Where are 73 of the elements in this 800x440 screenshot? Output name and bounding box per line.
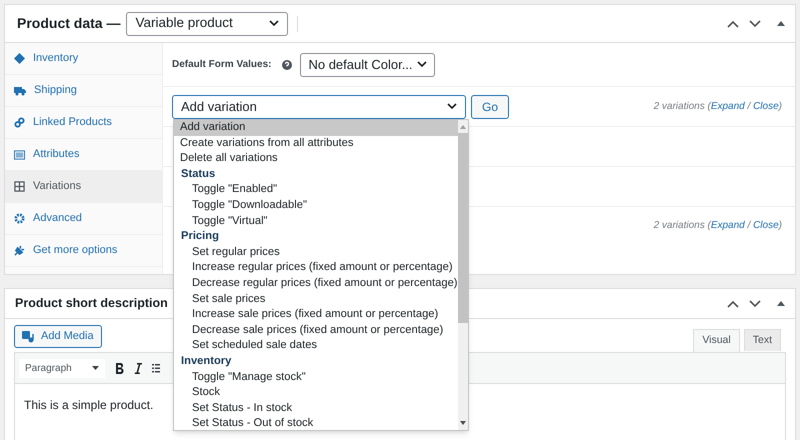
panel-title: Product short description <box>15 295 168 312</box>
dropdown-option[interactable]: Stock <box>174 385 458 401</box>
add-media-button[interactable]: Add Media <box>14 325 102 348</box>
dropdown-option[interactable]: Set Status - Out of stock <box>174 416 458 432</box>
option-group-label: Inventory <box>180 354 232 369</box>
dropdown-option[interactable]: Decrease regular prices (fixed amount or percentage) <box>174 276 458 292</box>
move-down-icon[interactable] <box>749 20 761 28</box>
expand-link[interactable]: Expand <box>710 220 745 230</box>
chevron-down-icon <box>269 20 280 27</box>
sidebar-tab[interactable]: Linked Products <box>5 107 162 139</box>
truck-icon <box>14 86 26 96</box>
list-icon[interactable] <box>152 363 160 373</box>
sidebar-tab[interactable]: Variations <box>5 171 162 203</box>
sidebar-tab[interactable]: Shipping <box>5 75 162 107</box>
tag-icon <box>14 53 25 64</box>
format-select[interactable]: Paragraph <box>19 358 105 378</box>
dropdown-option[interactable]: Toggle "Virtual" <box>174 214 458 230</box>
chevron-down-icon <box>416 61 427 68</box>
dropdown-option[interactable]: Set sale prices <box>174 292 458 308</box>
dropdown-option[interactable]: Delete all variations <box>174 151 458 167</box>
expand-link[interactable]: Expand <box>710 101 745 112</box>
italic-icon[interactable] <box>134 362 142 374</box>
move-up-icon[interactable] <box>727 300 739 308</box>
variation-count: 2 variations ( <box>654 220 711 230</box>
sidebar-tab[interactable]: Advanced <box>5 203 162 235</box>
scrollbar-thumb[interactable] <box>458 133 468 323</box>
help-icon[interactable] <box>282 60 292 70</box>
bold-icon[interactable] <box>115 362 124 374</box>
dropdown-option[interactable]: Create variations from all attributes <box>174 136 458 152</box>
dropdown-option[interactable]: Set scheduled sale dates <box>174 338 458 354</box>
bracket-text: ) <box>778 220 782 230</box>
field-label: Default Form Values: <box>172 58 272 72</box>
dropdown-option[interactable]: Add variation <box>174 120 458 136</box>
variation-count: 2 variations ( <box>654 101 711 112</box>
dropdown-option[interactable]: Increase sale prices (fixed amount or percentage) <box>174 307 458 323</box>
plug-icon <box>14 245 25 256</box>
list-icon <box>14 150 25 160</box>
media-icon <box>22 330 35 342</box>
go-button[interactable]: Go <box>471 94 510 118</box>
panel-title: Product data — <box>17 14 120 33</box>
dropdown-option[interactable]: Set Status - In stock <box>174 400 458 416</box>
close-link[interactable]: Close <box>753 101 779 112</box>
caret-icon <box>92 366 99 370</box>
dropdown-option[interactable]: Toggle "Downloadable" <box>174 198 458 214</box>
dropdown-option[interactable]: Decrease sale prices (fixed amount or percentage) <box>174 322 458 338</box>
editor-tab[interactable]: Visual <box>693 329 740 352</box>
default-color-select[interactable]: No default Color... <box>300 52 435 76</box>
option-group-label: Pricing <box>180 229 220 244</box>
dropdown-option[interactable]: Set regular prices <box>174 244 458 260</box>
move-down-icon[interactable] <box>749 300 761 308</box>
gear-icon <box>14 213 25 224</box>
separator-text: / <box>748 220 750 230</box>
sidebar-tab[interactable]: Get more options <box>5 235 162 267</box>
close-link[interactable]: Close <box>753 220 779 230</box>
collapse-icon[interactable] <box>777 301 785 306</box>
chevron-down-icon <box>447 103 457 110</box>
editor-tab[interactable]: Text <box>744 329 781 351</box>
scrollbar[interactable] <box>458 120 468 430</box>
option-group-label: Status <box>180 166 216 182</box>
bracket-text: ) <box>778 101 782 112</box>
dropdown-option[interactable]: Toggle "Manage stock" <box>174 370 458 386</box>
bulk-action-select[interactable]: Add variation <box>172 94 466 118</box>
dropdown-option[interactable]: Increase regular prices (fixed amount or percentage) <box>174 260 458 276</box>
collapse-icon[interactable] <box>777 21 785 26</box>
link-icon <box>14 117 25 128</box>
scroll-down-icon[interactable] <box>460 421 466 425</box>
dropdown-option[interactable]: Toggle "Enabled" <box>174 182 458 198</box>
description-text: This is a simple product. <box>24 397 154 414</box>
move-up-icon[interactable] <box>727 20 739 28</box>
sidebar-tab[interactable]: Inventory <box>5 43 162 75</box>
separator-text: / <box>748 101 750 112</box>
product-type-select[interactable]: Variable product <box>126 12 288 36</box>
grid-icon <box>14 181 25 192</box>
